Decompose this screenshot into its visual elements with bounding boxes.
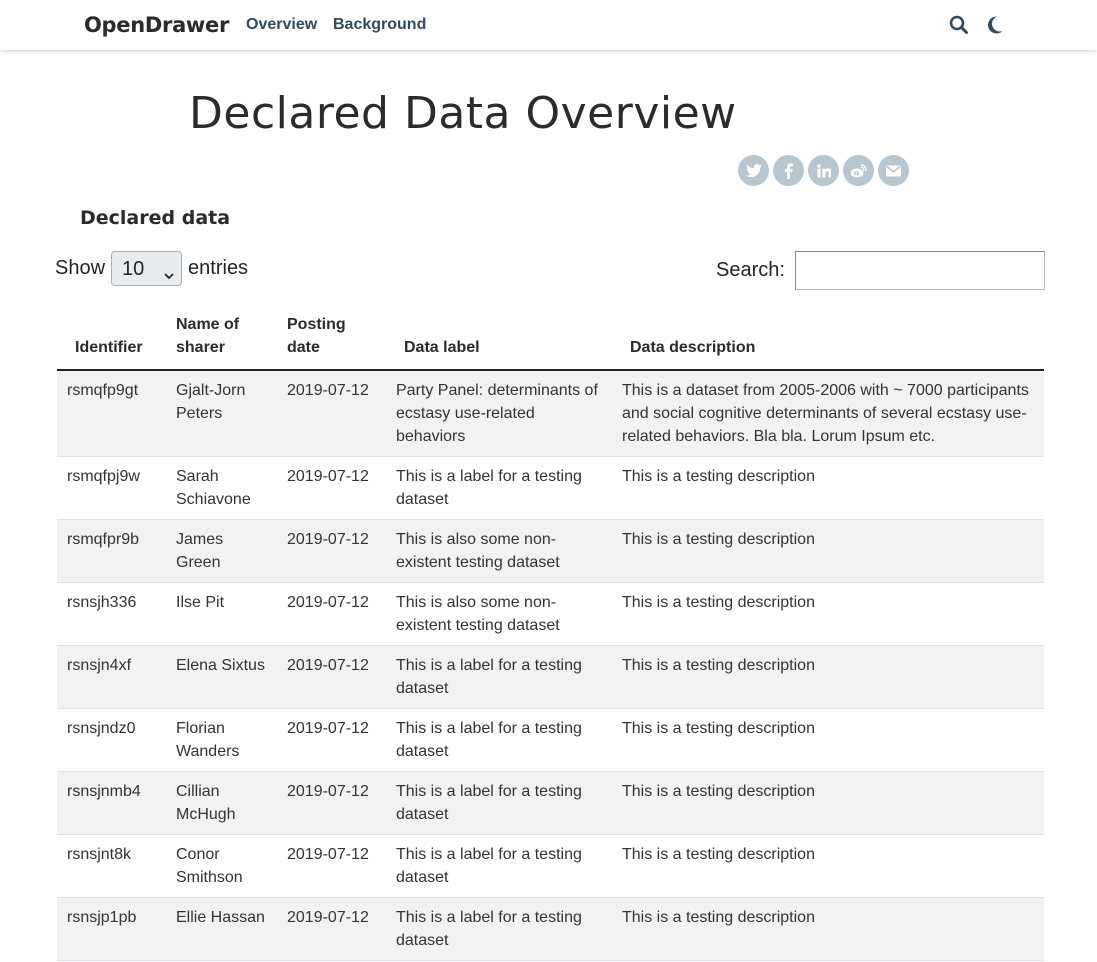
- cell-data-description: This is a testing description: [612, 708, 1044, 772]
- cell-sharer: Gjalt-Jorn Peters: [166, 370, 277, 457]
- cell-sharer: Ellie Hassan: [166, 897, 277, 961]
- page-length-control: Show 10 entries: [55, 251, 248, 286]
- column-header-identifier[interactable]: Identifier: [57, 310, 166, 371]
- twitter-icon[interactable]: [738, 155, 769, 186]
- cell-identifier: rsnsjndz0: [57, 708, 166, 772]
- cell-posting-date: 2019-07-12: [277, 582, 386, 646]
- table-row: rsmqfpr9b James Green 2019-07-12 This is…: [57, 519, 1044, 583]
- entries-label: entries: [188, 257, 249, 279]
- cell-data-label: This is a label for a testing dataset: [386, 834, 612, 898]
- column-header-sharer[interactable]: Name of sharer: [166, 310, 277, 371]
- table-body: rsmqfp9gt Gjalt-Jorn Peters 2019-07-12 P…: [57, 370, 1044, 961]
- cell-data-label: This is also some non-existent testing d…: [386, 519, 612, 583]
- column-header-posting-date[interactable]: Posting date: [277, 310, 386, 371]
- cell-identifier: rsmqfp9gt: [57, 370, 166, 457]
- cell-sharer: Elena Sixtus: [166, 645, 277, 709]
- facebook-icon[interactable]: [773, 155, 804, 186]
- weibo-icon[interactable]: [843, 155, 874, 186]
- cell-data-label: Party Panel: determinants of ecstasy use…: [386, 370, 612, 457]
- table-row: rsmqfp9gt Gjalt-Jorn Peters 2019-07-12 P…: [57, 370, 1044, 457]
- cell-posting-date: 2019-07-12: [277, 834, 386, 898]
- search-icon[interactable]: [949, 14, 971, 36]
- page-title: Declared Data Overview: [189, 88, 737, 139]
- cell-data-description: This is a testing description: [612, 645, 1044, 709]
- column-header-data-description[interactable]: Data description: [612, 310, 1044, 371]
- cell-identifier: rsmqfpj9w: [57, 456, 166, 520]
- page-length-select[interactable]: 10: [111, 251, 183, 286]
- cell-posting-date: 2019-07-12: [277, 645, 386, 709]
- cell-data-description: This is a dataset from 2005-2006 with ~ …: [612, 370, 1044, 457]
- cell-sharer: Florian Wanders: [166, 708, 277, 772]
- column-header-data-label[interactable]: Data label: [386, 310, 612, 371]
- nav-link-background[interactable]: Background: [333, 16, 426, 34]
- nav-link-overview[interactable]: Overview: [246, 16, 317, 34]
- cell-sharer: Conor Smithson: [166, 834, 277, 898]
- table-row: rsmqfpj9w Sarah Schiavone 2019-07-12 Thi…: [57, 456, 1044, 520]
- cell-identifier: rsnsjp1pb: [57, 897, 166, 961]
- email-icon[interactable]: [878, 155, 909, 186]
- show-label: Show: [55, 257, 106, 279]
- linkedin-icon[interactable]: [808, 155, 839, 186]
- cell-posting-date: 2019-07-12: [277, 370, 386, 457]
- cell-data-description: This is a testing description: [612, 582, 1044, 646]
- cell-data-label: This is also some non-existent testing d…: [386, 582, 612, 646]
- cell-data-description: This is a testing description: [612, 897, 1044, 961]
- cell-posting-date: 2019-07-12: [277, 456, 386, 520]
- cell-posting-date: 2019-07-12: [277, 897, 386, 961]
- cell-data-label: This is a label for a testing dataset: [386, 645, 612, 709]
- table-header-row: Identifier Name of sharer Posting date D…: [57, 310, 1044, 371]
- top-navbar: OpenDrawer Overview Background: [0, 0, 1097, 50]
- cell-data-description: This is a testing description: [612, 519, 1044, 583]
- table-row: rsnsjnt8k Conor Smithson 2019-07-12 This…: [57, 834, 1044, 898]
- search-input[interactable]: [794, 251, 1045, 290]
- cell-sharer: Ilse Pit: [166, 582, 277, 646]
- cell-data-description: This is a testing description: [612, 771, 1044, 835]
- table-row: rsnsjndz0 Florian Wanders 2019-07-12 Thi…: [57, 708, 1044, 772]
- search-label: Search:: [716, 259, 785, 281]
- cell-sharer: Cillian McHugh: [166, 771, 277, 835]
- cell-data-label: This is a label for a testing dataset: [386, 771, 612, 835]
- cell-identifier: rsnsjn4xf: [57, 645, 166, 709]
- table-row: rsnsjnmb4 Cillian McHugh 2019-07-12 This…: [57, 771, 1044, 835]
- cell-posting-date: 2019-07-12: [277, 519, 386, 583]
- cell-data-label: This is a label for a testing dataset: [386, 897, 612, 961]
- cell-data-description: This is a testing description: [612, 456, 1044, 520]
- cell-sharer: Sarah Schiavone: [166, 456, 277, 520]
- cell-posting-date: 2019-07-12: [277, 708, 386, 772]
- cell-identifier: rsnsjh336: [57, 582, 166, 646]
- cell-posting-date: 2019-07-12: [277, 771, 386, 835]
- cell-data-description: This is a testing description: [612, 834, 1044, 898]
- section-title: Declared data: [80, 207, 231, 229]
- cell-sharer: James Green: [166, 519, 277, 583]
- page-length-select-wrap: 10: [105, 251, 188, 286]
- table-row: rsnsjp1pb Ellie Hassan 2019-07-12 This i…: [57, 897, 1044, 961]
- declared-data-table: Identifier Name of sharer Posting date D…: [57, 310, 1044, 961]
- cell-identifier: rsnsjnmb4: [57, 771, 166, 835]
- cell-identifier: rsmqfpr9b: [57, 519, 166, 583]
- table-row: rsnsjh336 Ilse Pit 2019-07-12 This is al…: [57, 582, 1044, 646]
- cell-data-label: This is a label for a testing dataset: [386, 708, 612, 772]
- brand-logo-link[interactable]: OpenDrawer: [84, 13, 229, 37]
- table-row: rsnsjn4xf Elena Sixtus 2019-07-12 This i…: [57, 645, 1044, 709]
- cell-data-label: This is a label for a testing dataset: [386, 456, 612, 520]
- table-search-control: Search:: [716, 251, 1045, 290]
- moon-icon[interactable]: [985, 14, 1007, 36]
- cell-identifier: rsnsjnt8k: [57, 834, 166, 898]
